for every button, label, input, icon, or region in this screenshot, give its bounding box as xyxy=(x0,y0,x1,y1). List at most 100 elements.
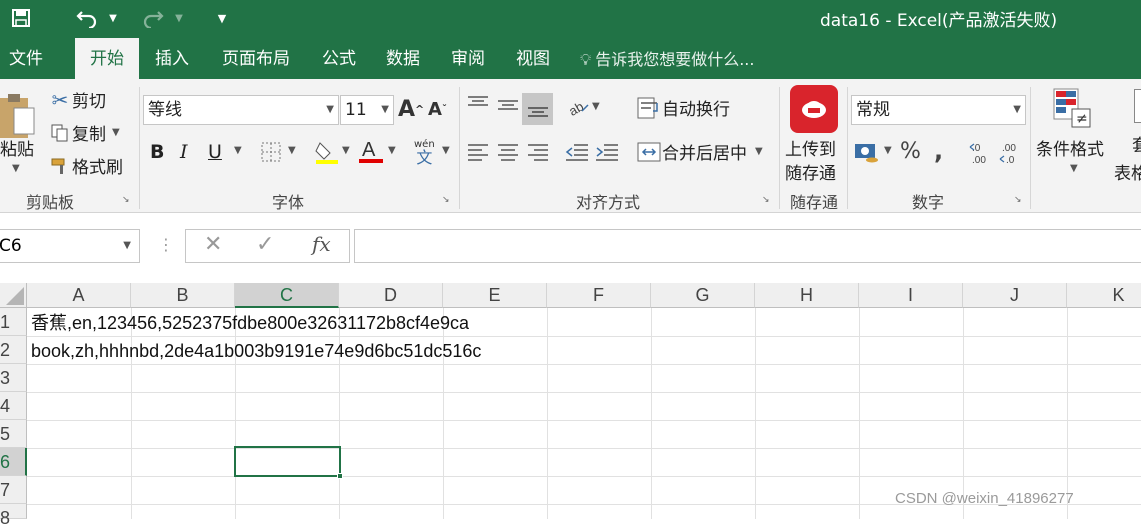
shrink-font-icon[interactable]: Aˇ xyxy=(428,99,447,120)
conditional-format-dropdown-icon[interactable]: ▼ xyxy=(1070,163,1078,174)
column-header-h[interactable]: H xyxy=(755,283,859,308)
increase-decimal-icon[interactable]: .0.00 xyxy=(968,141,996,165)
tab-page-layout[interactable]: 页面布局 xyxy=(210,38,302,79)
align-right-icon[interactable] xyxy=(526,141,550,165)
column-header-g[interactable]: G xyxy=(651,283,755,308)
fill-handle[interactable] xyxy=(337,473,343,479)
borders-icon[interactable] xyxy=(260,141,282,163)
number-launcher-icon[interactable]: ↘ xyxy=(1014,195,1024,205)
number-format-select[interactable]: 常规 ▼ xyxy=(851,95,1026,125)
formula-input[interactable] xyxy=(354,229,1141,263)
underline-dropdown-icon[interactable]: ▼ xyxy=(234,145,242,156)
redo-icon[interactable] xyxy=(138,6,168,30)
column-header-b[interactable]: B xyxy=(131,283,235,308)
phonetic-dropdown-icon[interactable]: ▼ xyxy=(442,145,450,156)
upload-label-line2[interactable]: 随存通 xyxy=(785,159,836,184)
name-box[interactable]: C6 ▼ xyxy=(0,229,140,263)
tab-formulas[interactable]: 公式 xyxy=(312,38,366,79)
select-all-button[interactable] xyxy=(0,283,27,308)
font-size-select[interactable]: 11 ▼ xyxy=(340,95,394,125)
clipboard-launcher-icon[interactable]: ↘ xyxy=(122,195,132,205)
format-as-table-label-partial[interactable]: 套 xyxy=(1132,131,1141,156)
row-header-3[interactable]: 3 xyxy=(0,364,27,392)
paste-dropdown-icon[interactable]: ▼ xyxy=(12,163,20,174)
tab-file[interactable]: 文件 xyxy=(0,38,52,79)
insert-function-icon[interactable]: fx xyxy=(312,232,331,256)
customize-qat-icon[interactable]: ▼ xyxy=(214,6,230,30)
cell-a2[interactable]: book,zh,hhhnbd,2de4a1b003b9191e74e9d6bc5… xyxy=(31,337,481,365)
row-header-6[interactable]: 6 xyxy=(0,448,27,476)
cloud-upload-icon[interactable] xyxy=(790,85,838,133)
align-middle-icon[interactable] xyxy=(496,93,520,115)
row-header-2[interactable]: 2 xyxy=(0,336,27,364)
tab-view[interactable]: 视图 xyxy=(506,38,560,79)
orientation-icon[interactable]: ab xyxy=(566,97,590,117)
merge-center-button[interactable]: 合并后居中 ▼ xyxy=(636,139,763,164)
accounting-dropdown-icon[interactable]: ▼ xyxy=(884,145,892,156)
tab-review[interactable]: 审阅 xyxy=(441,38,495,79)
copy-button[interactable]: 复制 ▼ xyxy=(48,120,120,145)
enter-check-icon[interactable]: ✓ xyxy=(256,232,274,257)
copy-dropdown-icon[interactable]: ▼ xyxy=(112,127,120,138)
align-center-icon[interactable] xyxy=(496,141,520,165)
column-header-e[interactable]: E xyxy=(443,283,547,308)
merge-dropdown-icon[interactable]: ▼ xyxy=(755,146,763,157)
align-left-icon[interactable] xyxy=(466,141,490,165)
align-top-icon[interactable] xyxy=(466,93,490,115)
redo-dropdown-icon[interactable]: ▼ xyxy=(172,6,186,30)
font-color-icon[interactable]: A xyxy=(358,137,384,165)
tab-data[interactable]: 数据 xyxy=(376,38,430,79)
paste-button[interactable]: 粘贴 xyxy=(0,135,34,160)
row-header-5[interactable]: 5 xyxy=(0,420,27,448)
column-header-f[interactable]: F xyxy=(547,283,651,308)
bold-button[interactable]: B xyxy=(150,141,164,163)
underline-button[interactable]: U xyxy=(208,141,222,163)
resize-handle-icon[interactable]: ⋮ xyxy=(158,235,174,254)
conditional-format-label[interactable]: 条件格式 xyxy=(1036,135,1104,160)
borders-dropdown-icon[interactable]: ▼ xyxy=(288,145,296,156)
cut-button[interactable]: ✂ 剪切 xyxy=(48,87,106,113)
italic-button[interactable]: I xyxy=(180,141,188,163)
format-as-table-label[interactable]: 表格 xyxy=(1114,159,1141,184)
row-header-1[interactable]: 1 xyxy=(0,308,27,336)
phonetic-button[interactable]: wén 文 xyxy=(414,139,435,166)
tell-me-search[interactable]: 💡︎ 告诉我您想要做什么... xyxy=(580,38,754,79)
orientation-dropdown-icon[interactable]: ▼ xyxy=(592,101,600,112)
cancel-icon[interactable]: ✕ xyxy=(204,232,222,257)
increase-indent-icon[interactable] xyxy=(594,141,620,165)
decrease-indent-icon[interactable] xyxy=(564,141,590,165)
font-launcher-icon[interactable]: ↘ xyxy=(442,195,452,205)
column-header-d[interactable]: D xyxy=(339,283,443,308)
alignment-launcher-icon[interactable]: ↘ xyxy=(762,195,772,205)
active-cell-c6[interactable] xyxy=(234,446,341,477)
accounting-format-icon[interactable] xyxy=(854,141,880,163)
row-header-8[interactable]: 8 xyxy=(0,504,27,528)
percent-button[interactable]: % xyxy=(900,139,921,164)
row-header-4[interactable]: 4 xyxy=(0,392,27,420)
cell-a1[interactable]: 香蕉,en,123456,5252375fdbe800e32631172b8cf… xyxy=(31,309,469,337)
undo-dropdown-icon[interactable]: ▼ xyxy=(106,6,120,30)
tab-home[interactable]: 开始 xyxy=(75,38,139,79)
column-header-k[interactable]: K xyxy=(1067,283,1141,308)
format-as-table-icon[interactable] xyxy=(1134,89,1141,123)
upload-label-line1[interactable]: 上传到 xyxy=(785,135,836,160)
fill-color-icon[interactable] xyxy=(314,139,340,165)
conditional-format-icon[interactable]: ≠ xyxy=(1050,85,1094,133)
undo-icon[interactable] xyxy=(72,6,102,30)
column-header-a[interactable]: A xyxy=(27,283,131,308)
fill-color-dropdown-icon[interactable]: ▼ xyxy=(342,145,350,156)
wrap-text-button[interactable]: 自动换行 xyxy=(636,95,730,120)
font-color-dropdown-icon[interactable]: ▼ xyxy=(388,145,396,156)
row-header-7[interactable]: 7 xyxy=(0,476,27,504)
column-header-j[interactable]: J xyxy=(963,283,1067,308)
font-name-select[interactable]: 等线 ▼ xyxy=(143,95,339,125)
save-icon[interactable] xyxy=(8,6,34,30)
format-painter-button[interactable]: 格式刷 xyxy=(48,153,123,178)
tab-insert[interactable]: 插入 xyxy=(145,38,199,79)
decrease-decimal-icon[interactable]: .00.0 xyxy=(998,141,1026,165)
comma-button[interactable]: , xyxy=(934,137,943,165)
align-bottom-icon[interactable] xyxy=(522,93,553,125)
column-header-c[interactable]: C xyxy=(235,283,339,308)
grow-font-icon[interactable]: A ^ xyxy=(398,97,424,122)
column-header-i[interactable]: I xyxy=(859,283,963,308)
